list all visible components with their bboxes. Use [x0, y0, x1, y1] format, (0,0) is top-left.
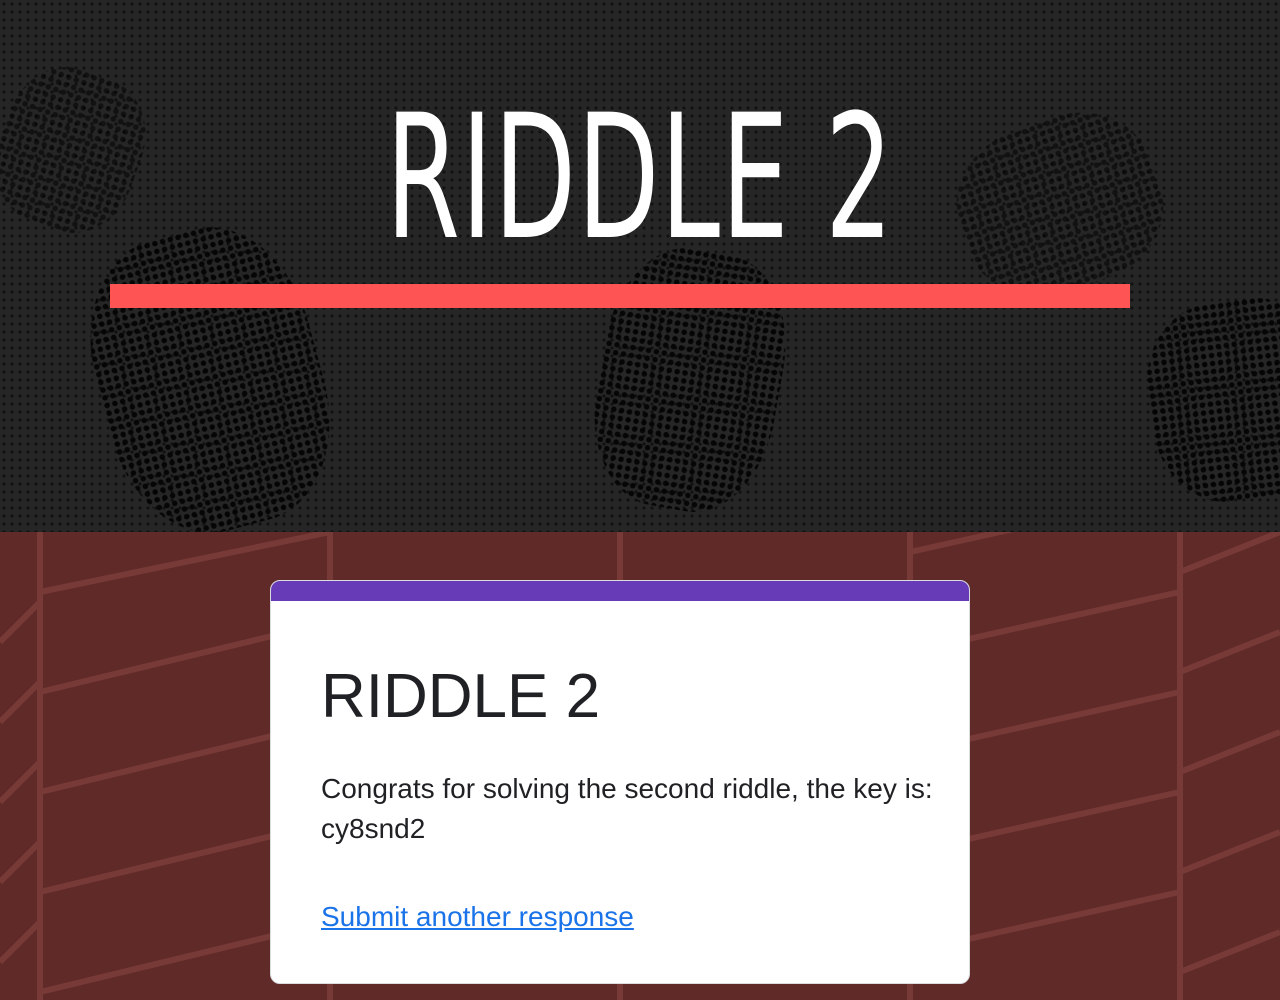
form-title: RIDDLE 2 [321, 662, 601, 731]
card-accent-bar [271, 581, 969, 601]
submit-another-response-link[interactable]: Submit another response [321, 897, 634, 937]
banner-underline [110, 284, 1130, 308]
banner-title: RIDDLE 2 [385, 77, 895, 278]
form-card: RIDDLE 2 Congrats for solving the second… [270, 580, 970, 984]
header-banner: RIDDLE 2 [0, 0, 1280, 532]
confirmation-message: Congrats for solving the second riddle, … [321, 773, 964, 844]
